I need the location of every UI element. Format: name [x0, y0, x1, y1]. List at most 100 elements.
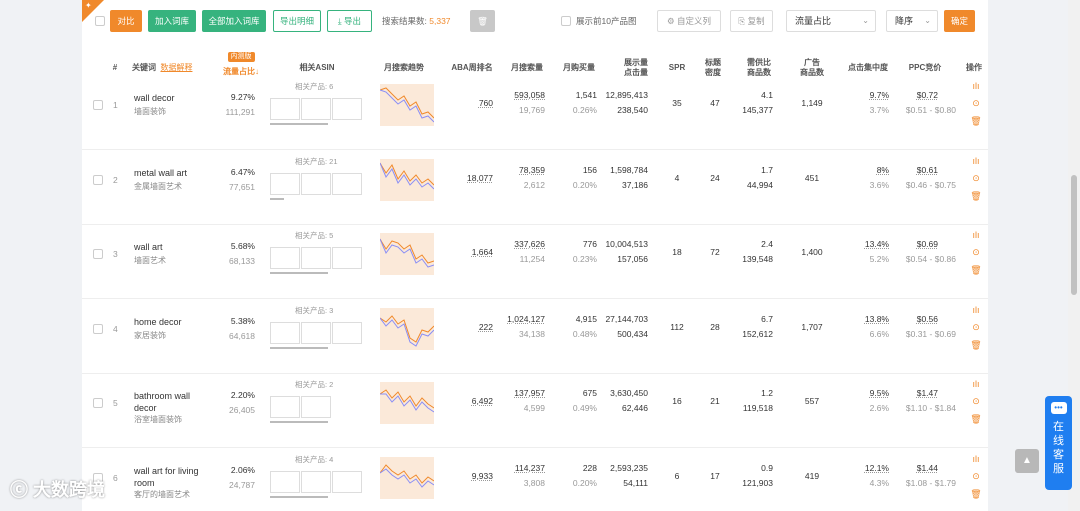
thumbnail-scrollbar[interactable] [270, 495, 328, 498]
delete-button[interactable]: 🗑 [470, 10, 495, 32]
compare-button[interactable]: 对比 [110, 10, 142, 32]
click-concentration[interactable]: 9.7% [852, 90, 889, 100]
product-thumbnail[interactable] [270, 247, 300, 269]
product-thumbnail[interactable] [270, 98, 300, 120]
more-icon[interactable]: ⊙ [970, 246, 982, 258]
row-checkbox[interactable] [93, 174, 103, 185]
more-icon[interactable]: ⊙ [970, 395, 982, 407]
export-detail-button[interactable]: 导出明细 [273, 10, 321, 32]
keyword-link[interactable]: bathroom wall decor [134, 390, 212, 414]
thumbnail-scrollbar[interactable] [270, 123, 328, 125]
monthly-search-sub: 34,138 [519, 328, 545, 339]
aba-rank[interactable]: 760 [452, 98, 493, 108]
aba-rank[interactable]: 9,933 [452, 471, 493, 481]
monthly-search[interactable]: 137,957 [497, 388, 545, 398]
ppc-bid[interactable]: $0.72 [894, 90, 938, 100]
keyword-link[interactable]: metal wall art [134, 167, 212, 179]
chart-bars-icon[interactable]: ılı [970, 229, 982, 241]
product-thumbnail[interactable] [270, 470, 300, 493]
add-to-lib-button[interactable]: 加入词库 [148, 10, 196, 32]
search-trend-sparkline[interactable] [379, 307, 435, 350]
search-trend-sparkline[interactable] [379, 456, 435, 499]
click-concentration[interactable]: 13.4% [852, 239, 889, 249]
confirm-button[interactable]: 确定 [944, 10, 975, 32]
purchase-rate: 0.23% [572, 254, 597, 264]
keyword-link[interactable]: wall art for living room [134, 465, 212, 489]
product-thumbnail[interactable] [301, 396, 331, 418]
product-thumbnail[interactable] [301, 98, 331, 120]
search-trend-sparkline[interactable] [379, 158, 435, 201]
online-service-button[interactable]: ••• 在线客服 [1045, 396, 1072, 490]
aba-rank[interactable]: 6,492 [452, 396, 493, 406]
aba-rank[interactable]: 1,664 [452, 247, 493, 257]
product-thumbnail[interactable] [270, 321, 300, 344]
product-thumbnail[interactable] [301, 321, 331, 344]
scrollbar-thumb[interactable] [1071, 175, 1077, 295]
monthly-search[interactable]: 114,237 [497, 463, 545, 473]
product-thumbnail[interactable] [301, 172, 331, 195]
product-thumbnail[interactable] [270, 396, 300, 418]
show-top10-checkbox[interactable] [561, 16, 571, 26]
trash-icon[interactable]: 🗑 [970, 488, 982, 500]
product-thumbnail[interactable] [332, 321, 362, 344]
row-checkbox[interactable] [93, 100, 103, 110]
click-concentration[interactable]: 8% [852, 165, 889, 175]
trash-icon[interactable]: 🗑 [970, 264, 982, 276]
ppc-bid[interactable]: $1.44 [894, 463, 938, 473]
thumbnail-scrollbar[interactable] [270, 197, 284, 200]
back-to-top-button[interactable]: ▲ [1015, 449, 1039, 473]
chart-bars-icon[interactable]: ılı [970, 304, 982, 316]
keyword-link[interactable]: wall decor [134, 92, 212, 104]
trash-icon[interactable]: 🗑 [970, 115, 982, 127]
product-thumbnail[interactable] [301, 247, 331, 269]
product-thumbnail[interactable] [332, 470, 362, 493]
keyword-link[interactable]: home decor [134, 316, 212, 328]
product-thumbnail[interactable] [332, 172, 362, 195]
product-thumbnail[interactable] [301, 470, 331, 493]
monthly-search[interactable]: 593,058 [497, 90, 545, 100]
thumbnail-scrollbar[interactable] [270, 421, 328, 423]
monthly-search[interactable]: 337,626 [497, 239, 545, 249]
monthly-search[interactable]: 1,024,127 [497, 314, 545, 324]
chart-bars-icon[interactable]: ılı [970, 378, 982, 390]
ppc-bid[interactable]: $0.69 [894, 239, 938, 249]
trash-icon[interactable]: 🗑 [970, 413, 982, 425]
chart-bars-icon[interactable]: ılı [970, 80, 982, 92]
data-explain-link[interactable]: 数据解释 [160, 63, 192, 73]
product-thumbnail[interactable] [332, 247, 362, 269]
aba-rank[interactable]: 18,077 [452, 173, 493, 183]
click-concentration[interactable]: 12.1% [852, 463, 889, 473]
row-checkbox[interactable] [93, 249, 103, 259]
search-trend-sparkline[interactable] [379, 233, 435, 275]
product-thumbnail[interactable] [332, 98, 362, 120]
more-icon[interactable]: ⊙ [970, 97, 982, 109]
ppc-bid[interactable]: $0.56 [894, 314, 938, 324]
more-icon[interactable]: ⊙ [970, 172, 982, 184]
row-checkbox[interactable] [93, 398, 103, 408]
chart-bars-icon[interactable]: ılı [970, 155, 982, 167]
copy-button[interactable]: ⎘ 复制 [730, 10, 773, 32]
chart-bars-icon[interactable]: ılı [970, 453, 982, 465]
product-thumbnail[interactable] [270, 172, 300, 195]
thumbnail-scrollbar[interactable] [270, 346, 328, 349]
trash-icon[interactable]: 🗑 [970, 190, 982, 202]
trash-icon[interactable]: 🗑 [970, 339, 982, 351]
sort-order-select[interactable]: 降序 ⌄ [886, 10, 938, 32]
export-button[interactable]: ⤓ 导出 [327, 10, 372, 32]
keyword-link[interactable]: wall art [134, 241, 212, 253]
custom-columns-button[interactable]: ⚙ 自定义列 [657, 10, 721, 32]
sort-field-select[interactable]: 流量占比 ⌄ [786, 10, 876, 32]
search-trend-sparkline[interactable] [379, 84, 435, 126]
monthly-search[interactable]: 78,359 [497, 165, 545, 175]
ppc-bid[interactable]: $0.61 [894, 165, 938, 175]
row-checkbox[interactable] [93, 323, 103, 334]
search-trend-sparkline[interactable] [379, 382, 435, 424]
click-concentration[interactable]: 13.8% [852, 314, 889, 324]
more-icon[interactable]: ⊙ [970, 321, 982, 333]
more-icon[interactable]: ⊙ [970, 470, 982, 482]
add-all-to-lib-button[interactable]: 全部加入词库 [202, 10, 266, 32]
aba-rank[interactable]: 222 [452, 322, 493, 332]
thumbnail-scrollbar[interactable] [270, 272, 328, 274]
ppc-bid[interactable]: $1.47 [894, 388, 938, 398]
click-concentration[interactable]: 9.5% [852, 388, 889, 398]
